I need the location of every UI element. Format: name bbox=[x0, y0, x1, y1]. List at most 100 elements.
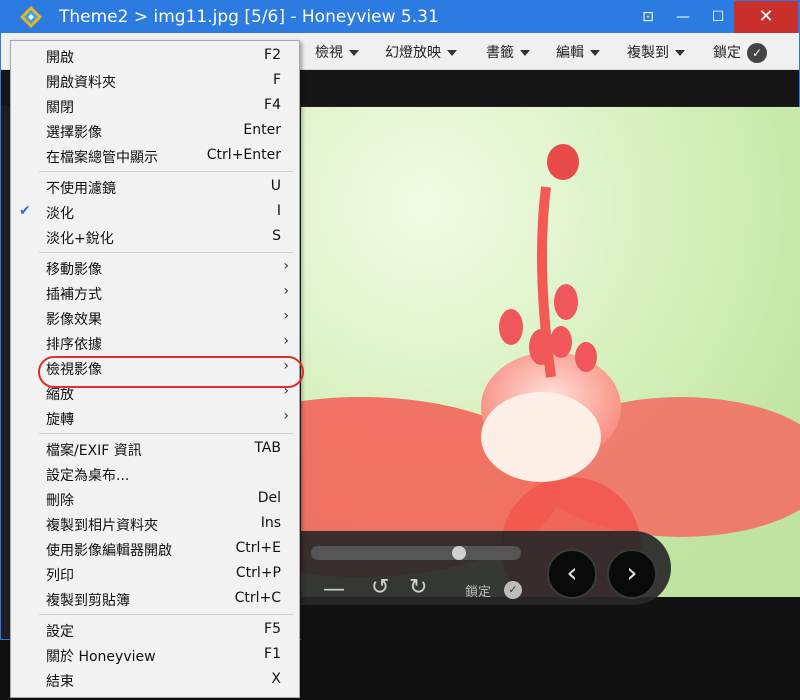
menu-item-shortcut: Enter bbox=[243, 122, 281, 138]
menu-item-shortcut: F bbox=[272, 72, 281, 88]
menu-item-shortcut: I bbox=[276, 203, 281, 219]
rotate-right-icon[interactable]: ↻ bbox=[409, 575, 427, 600]
lock-check-icon: ✓ bbox=[747, 43, 767, 63]
lock-check-icon[interactable]: ✓ bbox=[504, 581, 522, 599]
menu-lock[interactable]: 鎖定 ✓ bbox=[713, 42, 767, 63]
menu-item-label: 淡化 bbox=[46, 206, 74, 222]
menu-item[interactable]: 複製到相片資料夾 Ins bbox=[11, 512, 299, 536]
menu-view-label: 檢視 bbox=[315, 45, 343, 61]
menu-item-shortcut: TAB bbox=[254, 440, 281, 456]
flower-image bbox=[301, 107, 800, 597]
menu-item-shortcut: U bbox=[270, 178, 281, 194]
menu-copy-to[interactable]: 複製到 bbox=[627, 42, 685, 62]
menu-item-shortcut: X bbox=[271, 671, 281, 687]
chevron-down-icon bbox=[590, 50, 600, 56]
menu-item-label: 排序依據 bbox=[46, 337, 102, 353]
menu-lock-label: 鎖定 bbox=[713, 45, 741, 61]
next-button[interactable]: › bbox=[607, 549, 657, 599]
menu-slideshow-label: 幻燈放映 bbox=[385, 45, 441, 61]
menu-item-shortcut: Del bbox=[257, 490, 281, 506]
chevron-right-icon: › bbox=[283, 258, 289, 274]
honeyview-app-icon[interactable] bbox=[19, 5, 43, 29]
menu-item-label: 開啟資料夾 bbox=[46, 75, 116, 91]
menu-item[interactable]: 旋轉 › bbox=[11, 406, 299, 430]
seek-knob[interactable] bbox=[452, 546, 467, 560]
menu-item-label: 複製到相片資料夾 bbox=[46, 518, 158, 534]
menu-item-shortcut: Ctrl+P bbox=[235, 565, 281, 581]
menu-item-label: 刪除 bbox=[46, 493, 74, 509]
menu-item-shortcut: F4 bbox=[264, 97, 281, 113]
menu-item[interactable]: 選擇影像 Enter bbox=[11, 119, 299, 143]
menu-item[interactable]: 檔案/EXIF 資訊 TAB bbox=[11, 437, 299, 461]
menu-item[interactable]: 使用影像編輯器開啟 Ctrl+E bbox=[11, 537, 299, 561]
close-button[interactable]: ✕ bbox=[734, 1, 798, 33]
menu-item-shortcut: Ctrl+C bbox=[234, 590, 281, 606]
minimize-button[interactable]: — bbox=[666, 1, 700, 33]
menu-item-shortcut: F5 bbox=[264, 621, 281, 637]
menu-item[interactable]: 不使用濾鏡 U bbox=[11, 175, 299, 199]
menu-slideshow[interactable]: 幻燈放映 bbox=[385, 42, 457, 62]
menu-item[interactable]: ✔ 淡化 I bbox=[11, 200, 299, 224]
menu-item[interactable]: 關閉 F4 bbox=[11, 94, 299, 118]
menu-item-label: 在檔案總管中顯示 bbox=[46, 150, 158, 166]
menu-item-label: 選擇影像 bbox=[46, 125, 102, 141]
menu-item[interactable]: 刪除 Del bbox=[11, 487, 299, 511]
menu-item[interactable]: 設定為桌布... bbox=[11, 462, 299, 486]
menu-item-label: 不使用濾鏡 bbox=[46, 181, 116, 197]
menu-item[interactable]: 排序依據 › bbox=[11, 331, 299, 355]
menu-separator bbox=[39, 614, 293, 615]
chevron-down-icon bbox=[520, 50, 530, 56]
menu-item[interactable]: 開啟 F2 bbox=[11, 44, 299, 68]
chevron-down-icon bbox=[447, 50, 457, 56]
menu-item-label: 移動影像 bbox=[46, 262, 102, 278]
pin-icon[interactable]: ⊡ bbox=[633, 1, 663, 33]
menu-bookmarks[interactable]: 書籤 bbox=[486, 42, 530, 62]
menu-copy-to-label: 複製到 bbox=[627, 45, 669, 61]
menu-item[interactable]: 開啟資料夾 F bbox=[11, 69, 299, 93]
menu-item[interactable]: 影像效果 › bbox=[11, 306, 299, 330]
maximize-button[interactable]: ☐ bbox=[701, 1, 735, 33]
lock-label[interactable]: 鎖定 bbox=[465, 581, 491, 600]
menu-item-shortcut: Ctrl+Enter bbox=[206, 147, 281, 163]
chevron-right-icon: › bbox=[283, 308, 289, 324]
menu-item-label: 檔案/EXIF 資訊 bbox=[46, 443, 142, 459]
menu-item-shortcut: S bbox=[272, 228, 281, 244]
menu-item[interactable]: 複製到剪貼簿 Ctrl+C bbox=[11, 587, 299, 611]
chevron-down-icon bbox=[675, 50, 685, 56]
menu-item[interactable]: 設定 F5 bbox=[11, 618, 299, 642]
menu-item[interactable]: 移動影像 › bbox=[11, 256, 299, 280]
menu-item-shortcut: F2 bbox=[264, 47, 281, 63]
menu-item-label: 結束 bbox=[46, 674, 74, 690]
menu-item-label: 淡化+銳化 bbox=[46, 231, 114, 247]
menu-item[interactable]: 在檔案總管中顯示 Ctrl+Enter bbox=[11, 144, 299, 168]
chevron-down-icon bbox=[349, 50, 359, 56]
checkmark-icon: ✔ bbox=[19, 203, 31, 219]
menu-item-label: 插補方式 bbox=[46, 287, 102, 303]
menu-item-label: 列印 bbox=[46, 568, 74, 584]
menu-item-label: 使用影像編輯器開啟 bbox=[46, 543, 172, 559]
menu-item[interactable]: 淡化+銳化 S bbox=[11, 225, 299, 249]
menu-separator bbox=[39, 252, 293, 253]
menu-item-shortcut: F1 bbox=[264, 646, 281, 662]
rotate-left-icon[interactable]: ↺ bbox=[371, 575, 389, 600]
window-title: Theme2 > img11.jpg [5/6] - Honeyview 5.3… bbox=[59, 7, 439, 27]
menu-separator bbox=[39, 433, 293, 434]
menu-item-label: 關閉 bbox=[46, 100, 74, 116]
menu-edit-label: 編輯 bbox=[556, 45, 584, 61]
menu-edit[interactable]: 編輯 bbox=[556, 42, 600, 62]
menu-item-label: 複製到剪貼簿 bbox=[46, 593, 130, 609]
chevron-right-icon: › bbox=[283, 333, 289, 349]
title-bar[interactable]: Theme2 > img11.jpg [5/6] - Honeyview 5.3… bbox=[1, 1, 799, 33]
previous-button[interactable]: ‹ bbox=[547, 549, 597, 599]
menu-item[interactable]: 關於 Honeyview F1 bbox=[11, 643, 299, 667]
highlight-annotation bbox=[38, 356, 304, 388]
seek-bar[interactable] bbox=[311, 546, 521, 560]
chevron-right-icon: › bbox=[283, 408, 289, 424]
menu-item[interactable]: 結束 X bbox=[11, 668, 299, 692]
zoom-out-icon[interactable]: — bbox=[323, 577, 345, 602]
menu-view[interactable]: 檢視 bbox=[315, 42, 359, 62]
menu-item[interactable]: 列印 Ctrl+P bbox=[11, 562, 299, 586]
menu-item-shortcut: Ins bbox=[260, 515, 281, 531]
menu-item[interactable]: 插補方式 › bbox=[11, 281, 299, 305]
menu-item-label: 設定為桌布... bbox=[46, 468, 130, 484]
